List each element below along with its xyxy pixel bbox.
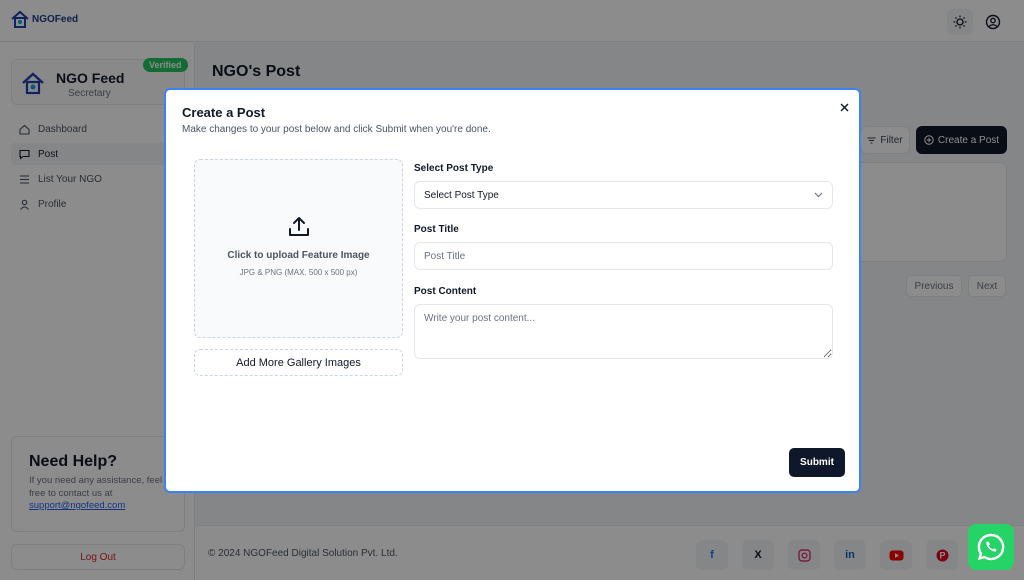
upload-title: Click to upload Feature Image [227, 250, 370, 261]
chevron-down-icon [814, 192, 823, 198]
post-title-input[interactable] [414, 242, 833, 270]
post-title-label: Post Title [414, 224, 459, 235]
dialog-description: Make changes to your post below and clic… [182, 124, 491, 135]
feature-image-upload[interactable]: Click to upload Feature Image JPG & PNG … [194, 159, 403, 338]
post-type-select[interactable]: Select Post Type [414, 181, 833, 209]
post-content-textarea[interactable] [414, 304, 833, 359]
upload-hint: JPG & PNG (MAX. 500 x 500 px) [239, 268, 358, 277]
create-post-dialog: Create a Post Make changes to your post … [164, 88, 861, 493]
post-type-label: Select Post Type [414, 163, 494, 174]
dialog-title: Create a Post [182, 105, 266, 120]
close-icon [840, 103, 848, 111]
close-button[interactable] [836, 99, 852, 115]
post-type-value: Select Post Type [424, 189, 499, 201]
post-content-label: Post Content [414, 286, 477, 297]
whatsapp-chat-button[interactable] [968, 524, 1014, 570]
whatsapp-icon [977, 533, 1005, 561]
submit-button[interactable]: Submit [789, 448, 845, 477]
upload-icon [289, 217, 309, 236]
add-gallery-images-button[interactable]: Add More Gallery Images [194, 349, 403, 376]
